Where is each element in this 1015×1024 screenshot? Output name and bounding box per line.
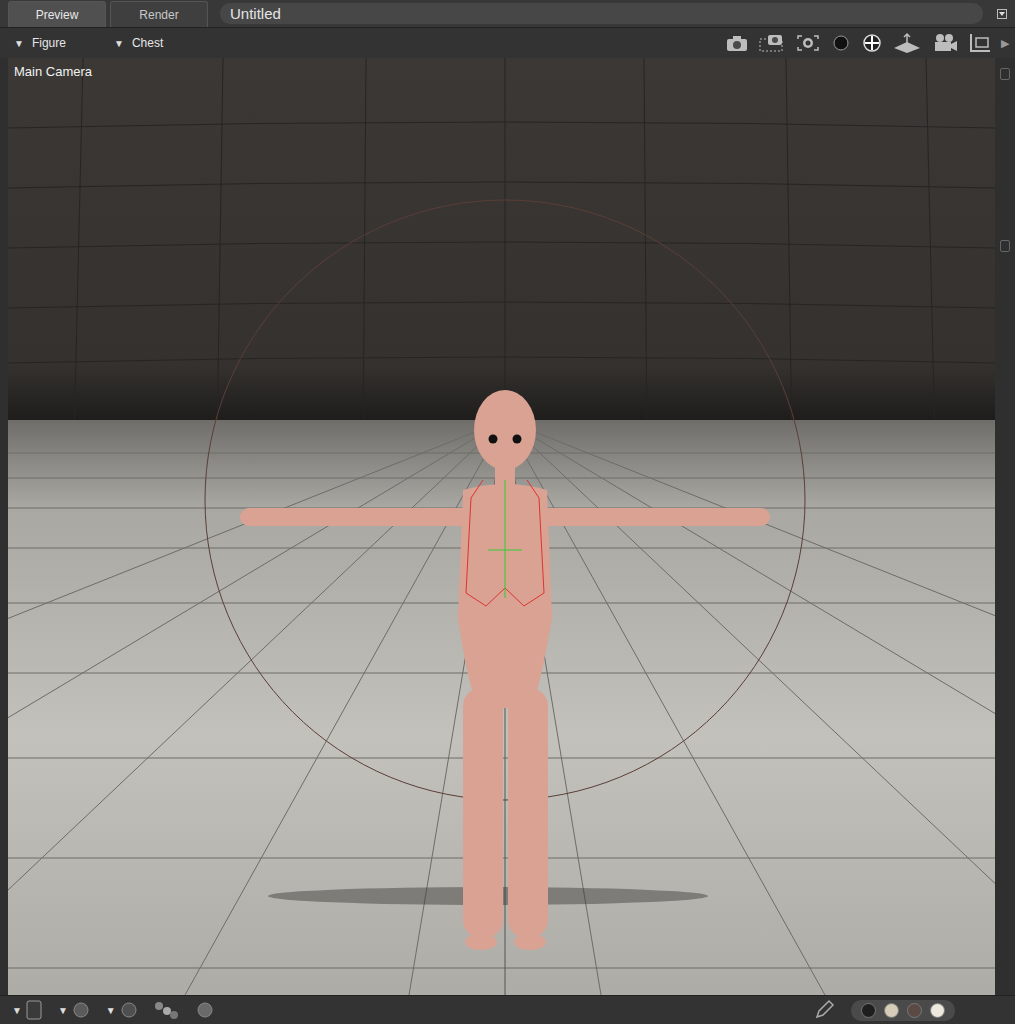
lighting-dropdown[interactable]: ▼ bbox=[106, 1001, 138, 1019]
page-icon bbox=[26, 1000, 42, 1020]
menu-icon[interactable] bbox=[987, 9, 1009, 19]
swatch[interactable] bbox=[907, 1003, 922, 1018]
region-camera-icon[interactable] bbox=[758, 33, 786, 53]
side-strip bbox=[995, 58, 1015, 995]
sphere-icon[interactable] bbox=[196, 1001, 214, 1019]
color-swatches bbox=[851, 1000, 955, 1021]
frame-icon[interactable] bbox=[795, 33, 821, 53]
video-camera-icon[interactable] bbox=[931, 32, 959, 54]
toolbar: ▼Figure▼Chest ▶ bbox=[0, 28, 1015, 58]
swatch[interactable] bbox=[861, 1003, 876, 1018]
node-selector[interactable]: ▼Chest bbox=[114, 36, 214, 50]
spheres-icon[interactable] bbox=[154, 1000, 180, 1020]
tab-bar: PreviewRender Untitled bbox=[0, 0, 1015, 28]
camera-icon[interactable] bbox=[725, 33, 749, 53]
tab[interactable]: Preview bbox=[8, 1, 106, 27]
viewport[interactable]: Main Camera bbox=[8, 58, 995, 995]
collapse-icon[interactable] bbox=[1000, 68, 1010, 80]
camera-label[interactable]: Main Camera bbox=[14, 64, 92, 79]
aim-icon[interactable] bbox=[861, 33, 883, 53]
sphere-icon[interactable] bbox=[830, 33, 852, 53]
floor-icon[interactable] bbox=[892, 32, 922, 54]
swatch[interactable] bbox=[930, 1003, 945, 1018]
title-field[interactable]: Untitled bbox=[220, 3, 983, 24]
shading-dropdown[interactable]: ▼ bbox=[58, 1001, 90, 1019]
viewport-window: PreviewRender Untitled ▼Figure▼Chest ▶ Main … bbox=[0, 0, 1015, 1024]
scene bbox=[8, 58, 995, 995]
tab[interactable]: Render bbox=[110, 1, 208, 27]
sphere-icon bbox=[120, 1001, 138, 1019]
node-selector[interactable]: ▼Figure bbox=[14, 36, 114, 50]
overflow-button[interactable]: ▶ bbox=[1001, 37, 1009, 50]
swatch[interactable] bbox=[884, 1003, 899, 1018]
bottom-bar: ▼ ▼ ▼ bbox=[0, 995, 1015, 1024]
pencil-icon[interactable] bbox=[813, 999, 835, 1021]
figure[interactable] bbox=[240, 390, 770, 950]
graph-icon[interactable] bbox=[968, 32, 992, 54]
draw-style-dropdown[interactable]: ▼ bbox=[12, 1000, 42, 1020]
collapse-icon[interactable] bbox=[1000, 240, 1010, 252]
sphere-icon bbox=[72, 1001, 90, 1019]
